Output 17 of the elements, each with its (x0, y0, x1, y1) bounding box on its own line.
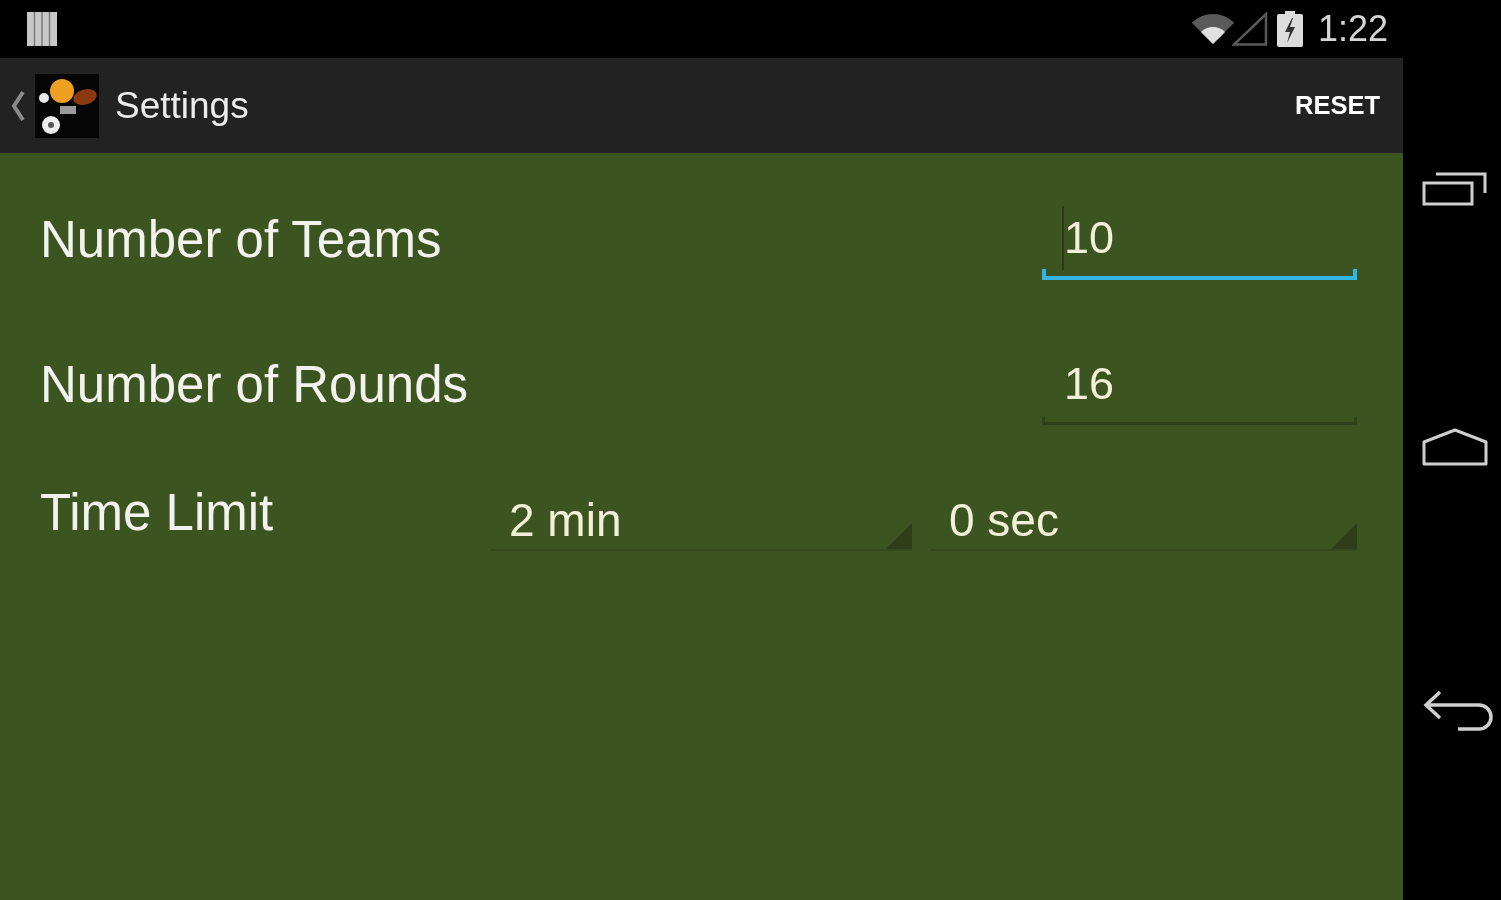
setting-label: Time Limit (40, 490, 275, 536)
status-time: 1:22 (1317, 8, 1388, 50)
battery-charging-icon (1276, 11, 1303, 47)
dropdown[interactable]: 0 sec (930, 490, 1357, 551)
setting-label: Number of Teams (40, 210, 443, 270)
wifi-icon (1189, 12, 1236, 46)
setting-label: Number of Rounds (40, 355, 470, 415)
home-icon[interactable] (1422, 428, 1488, 466)
reset-button[interactable]: RESET (1286, 83, 1388, 128)
dropdown[interactable]: 2 min (490, 490, 912, 551)
vertical-bars-icon (27, 12, 57, 46)
signal-icon (1231, 12, 1268, 46)
back-icon[interactable] (1421, 688, 1495, 732)
sports-balls-icon[interactable] (35, 73, 99, 138)
screen-title: Settings (115, 83, 249, 128)
chevron-left-icon[interactable] (10, 89, 26, 122)
recent-apps-icon[interactable] (1422, 170, 1488, 206)
